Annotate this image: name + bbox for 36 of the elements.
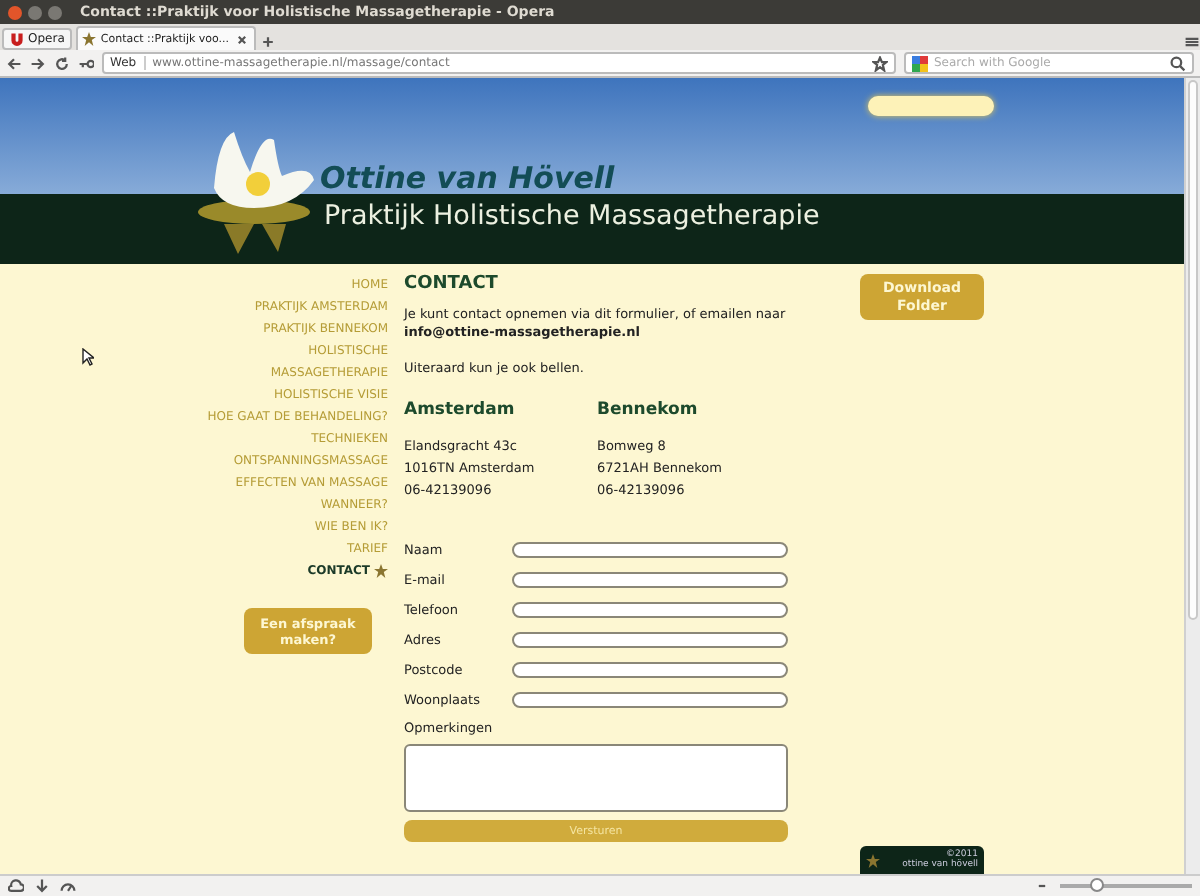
page-heading: CONTACT	[404, 274, 500, 294]
remarks-field[interactable]	[404, 744, 788, 812]
search-icon[interactable]	[1170, 55, 1186, 71]
star-icon[interactable]	[872, 55, 888, 71]
location-name: Bennekom	[597, 400, 700, 420]
gauge-icon[interactable]	[60, 878, 76, 894]
cloud-icon[interactable]	[8, 878, 24, 894]
input-field[interactable]	[512, 691, 788, 707]
close-button[interactable]	[8, 5, 22, 19]
star-icon	[374, 564, 388, 578]
input-field[interactable]	[512, 571, 788, 587]
input-field[interactable]	[512, 541, 788, 557]
scrollbar-thumb[interactable]	[1188, 80, 1198, 620]
scrollbar[interactable]	[1184, 78, 1200, 874]
input-field[interactable]	[512, 601, 788, 617]
search-engine-icon[interactable]	[912, 55, 928, 71]
close-icon[interactable]	[233, 31, 250, 47]
mouse-pointer-icon	[82, 348, 94, 366]
star-icon	[82, 32, 97, 46]
reload-icon[interactable]	[54, 55, 70, 71]
input-field[interactable]	[512, 661, 788, 677]
logo-icon	[10, 32, 24, 46]
site-name: Ottine van Hövell	[320, 164, 615, 194]
minimize-button[interactable]	[28, 5, 42, 19]
key-icon[interactable]	[78, 55, 94, 71]
menu-icon[interactable]	[1184, 34, 1200, 50]
plus-icon[interactable]	[259, 34, 276, 50]
maximize-button[interactable]	[48, 5, 62, 19]
back-arrow-icon[interactable]	[6, 55, 22, 71]
site-tagline: Praktijk Holistische Massagetherapie	[324, 200, 820, 232]
zoom-slider-thumb[interactable]	[1089, 878, 1104, 892]
forward-arrow-icon[interactable]	[30, 55, 46, 71]
location-name: Amsterdam	[404, 400, 517, 420]
input-field[interactable]	[512, 631, 788, 647]
download-icon[interactable]	[34, 878, 50, 894]
star-icon	[866, 853, 880, 867]
